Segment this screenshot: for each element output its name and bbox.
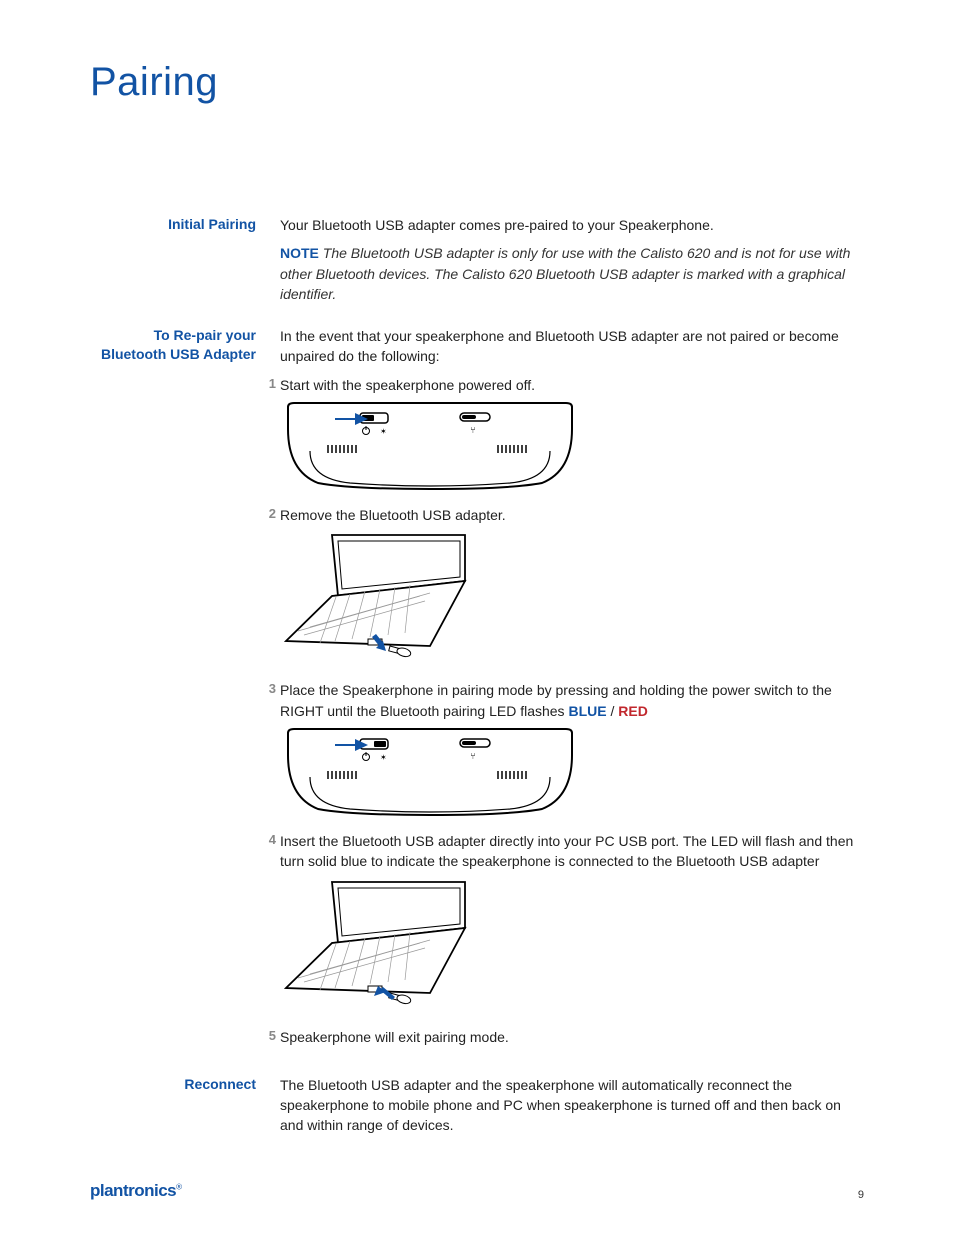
step-4-text: Insert the Bluetooth USB adapter directl… (280, 831, 864, 872)
section-repair: To Re-pair your Bluetooth USB Adapter In… (90, 326, 864, 1061)
step-3: Place the Speakerphone in pairing mode b… (262, 680, 864, 817)
svg-text:✶: ✶ (380, 753, 387, 762)
page-title: Pairing (90, 60, 864, 105)
label-reconnect: Reconnect (90, 1075, 280, 1144)
step-2: Remove the Bluetooth USB adapter. (262, 505, 864, 666)
step-3-sep: / (607, 703, 619, 719)
repair-intro: In the event that your speakerphone and … (280, 326, 864, 367)
brand-text: plantronics (90, 1181, 176, 1200)
step-2-text: Remove the Bluetooth USB adapter. (280, 505, 864, 525)
step-4: Insert the Bluetooth USB adapter directl… (262, 831, 864, 1013)
section-reconnect: Reconnect The Bluetooth USB adapter and … (90, 1075, 864, 1144)
note-label: NOTE (280, 245, 319, 261)
section-initial-pairing: Initial Pairing Your Bluetooth USB adapt… (90, 215, 864, 312)
step-3-red: RED (618, 703, 648, 719)
step-3-pre: Place the Speakerphone in pairing mode b… (280, 682, 832, 718)
svg-text:✶: ✶ (380, 427, 387, 436)
step-1: Start with the speakerphone powered off. (262, 375, 864, 491)
figure-laptop-remove-usb (280, 531, 864, 666)
brand-logo: plantronics® (90, 1181, 182, 1201)
note-body: The Bluetooth USB adapter is only for us… (280, 245, 850, 302)
reconnect-text: The Bluetooth USB adapter and the speake… (280, 1075, 864, 1136)
step-5-text: Speakerphone will exit pairing mode. (280, 1027, 864, 1047)
svg-text:⑂: ⑂ (470, 425, 475, 435)
svg-text:⑂: ⑂ (470, 751, 475, 761)
step-1-text: Start with the speakerphone powered off. (280, 375, 864, 395)
brand-tm: ® (176, 1182, 181, 1191)
label-repair: To Re-pair your Bluetooth USB Adapter (90, 326, 280, 1061)
page-number: 9 (858, 1189, 864, 1201)
page-footer: plantronics® 9 (90, 1181, 864, 1201)
initial-pairing-note: NOTE The Bluetooth USB adapter is only f… (280, 243, 864, 304)
step-5: Speakerphone will exit pairing mode. (262, 1027, 864, 1047)
label-initial-pairing: Initial Pairing (90, 215, 280, 312)
figure-laptop-insert-usb (280, 878, 864, 1013)
step-3-blue: BLUE (568, 703, 606, 719)
figure-speakerphone-off: ✶ ⑂ (280, 401, 864, 491)
initial-pairing-text: Your Bluetooth USB adapter comes pre-pai… (280, 215, 864, 235)
repair-steps: Start with the speakerphone powered off. (280, 375, 864, 1047)
step-3-text: Place the Speakerphone in pairing mode b… (280, 680, 864, 721)
figure-speakerphone-pairing: ✶ ⑂ (280, 727, 864, 817)
